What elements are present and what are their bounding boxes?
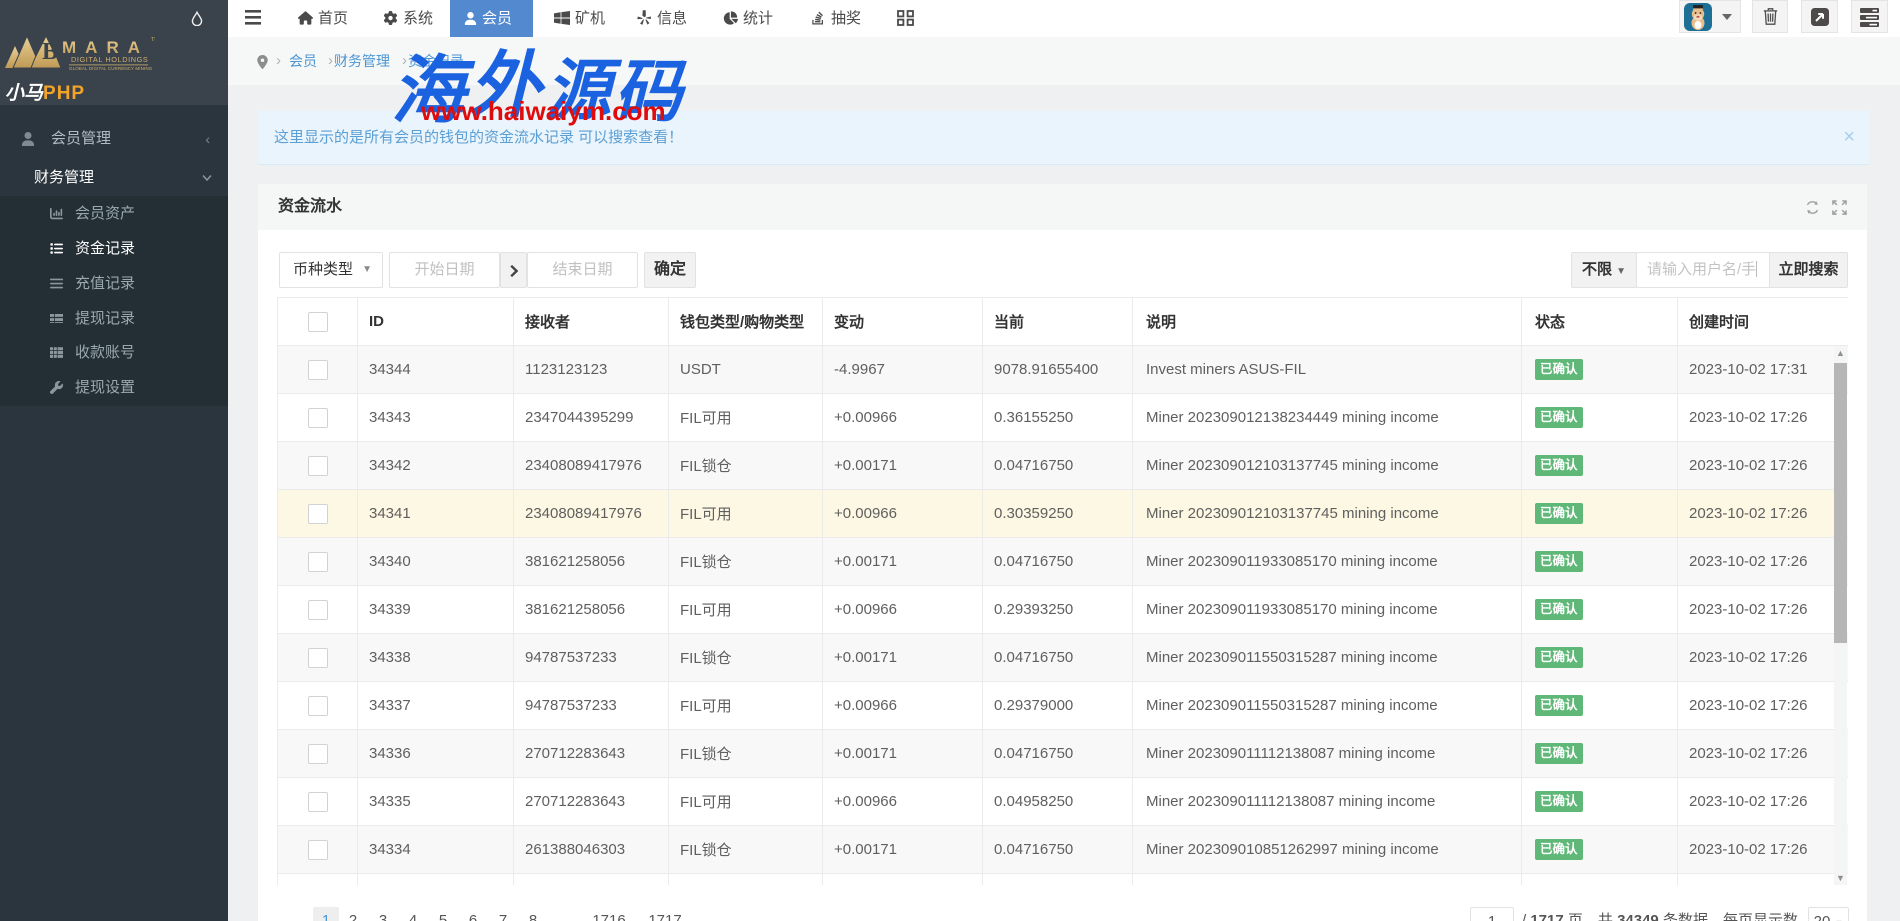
svg-text:GLOBAL DIGITAL CURRENCY MINING: GLOBAL DIGITAL CURRENCY MINING xyxy=(69,66,153,71)
svg-text:DIGITAL HOLDINGS: DIGITAL HOLDINGS xyxy=(71,55,148,64)
svg-text:B: B xyxy=(42,39,58,65)
svg-text:TM: TM xyxy=(151,37,155,43)
